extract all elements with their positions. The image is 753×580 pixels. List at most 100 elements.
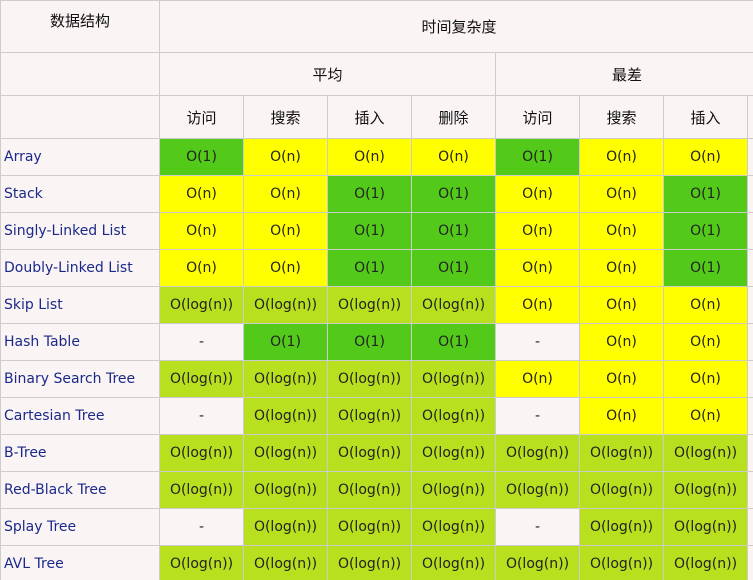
op-header-access: 访问 xyxy=(495,95,580,139)
complexity-cell: O(1) xyxy=(663,249,748,287)
complexity-cell: O(log(n)) xyxy=(663,434,748,472)
complexity-cell: O(n) xyxy=(663,323,748,361)
complexity-cell: O(n) xyxy=(579,212,664,250)
complexity-cell: O(log(n)) xyxy=(159,360,244,398)
complexity-cell: O(n) xyxy=(327,138,412,176)
op-header-insert: 插入 xyxy=(663,95,748,139)
complexity-cell: O(n) xyxy=(159,212,244,250)
complexity-cell: O(log(n)) xyxy=(327,471,412,509)
data-structure-link[interactable]: Hash Table xyxy=(0,323,160,361)
complexity-cell: O(log(n)) xyxy=(411,471,496,509)
worst-header: 最差 xyxy=(494,52,753,96)
complexity-cell: O(n) xyxy=(243,249,328,287)
table-row: AVL Tree O(log(n)) O(log(n)) O(log(n)) O(log… xyxy=(0,545,753,580)
complexity-cell: - xyxy=(495,323,580,361)
complexity-cell: O(log(n)) xyxy=(159,286,244,324)
complexity-cell: O(1) xyxy=(243,323,328,361)
complexity-cell: O(n) xyxy=(495,286,580,324)
complexity-cell: O(log(n)) xyxy=(243,286,328,324)
complexity-cell: O(log(n)) xyxy=(663,545,748,580)
data-structure-link[interactable]: Array xyxy=(0,138,160,176)
table-row: Singly-Linked List O(n) O(n) O(1) O(1) O(n) O(… xyxy=(0,212,753,250)
complexity-cell: O(n) xyxy=(579,360,664,398)
complexity-cell: O(n) xyxy=(579,286,664,324)
complexity-cell: O(1) xyxy=(495,138,580,176)
complexity-cell: O(n) xyxy=(579,397,664,435)
complexity-cell: O(n) xyxy=(159,249,244,287)
complexity-cell: O(log(n)) xyxy=(243,434,328,472)
op-header-delete: 删除 xyxy=(411,95,496,139)
table-row: Array O(1) O(n) O(n) O(n) O(1) O(n) O(n) xyxy=(0,138,753,176)
complexity-cell: O(n) xyxy=(663,360,748,398)
complexity-cell: O(1) xyxy=(159,138,244,176)
clipped-cell xyxy=(746,434,753,472)
complexity-cell: O(1) xyxy=(411,212,496,250)
complexity-cell: O(log(n)) xyxy=(159,434,244,472)
complexity-cell: O(log(n)) xyxy=(411,360,496,398)
table-row: Stack O(n) O(n) O(1) O(1) O(n) O(n) O(1) xyxy=(0,175,753,213)
complexity-cell: O(n) xyxy=(243,175,328,213)
complexity-cell: O(n) xyxy=(579,138,664,176)
complexity-cell: O(log(n)) xyxy=(327,545,412,580)
complexity-cell: O(n) xyxy=(411,138,496,176)
data-structure-link[interactable]: Cartesian Tree xyxy=(0,397,160,435)
complexity-cell: O(1) xyxy=(327,175,412,213)
complexity-cell: - xyxy=(495,397,580,435)
complexity-cell: O(n) xyxy=(495,360,580,398)
complexity-cell: O(log(n)) xyxy=(243,471,328,509)
complexity-cell: O(log(n)) xyxy=(579,471,664,509)
complexity-cell: O(log(n)) xyxy=(327,360,412,398)
complexity-cell: O(n) xyxy=(495,212,580,250)
data-structure-link[interactable]: Splay Tree xyxy=(0,508,160,546)
complexity-cell: O(1) xyxy=(327,249,412,287)
complexity-cell: - xyxy=(495,508,580,546)
table-row: Red-Black Tree O(log(n)) O(log(n)) O(log(n)… xyxy=(0,471,753,509)
data-structure-link[interactable]: Singly-Linked List xyxy=(0,212,160,250)
average-header: 平均 xyxy=(159,52,496,96)
table-row: Binary Search Tree O(log(n)) O(log(n)) O(lo… xyxy=(0,360,753,398)
complexity-cell: O(log(n)) xyxy=(411,545,496,580)
complexity-cell: O(log(n)) xyxy=(411,397,496,435)
data-structure-link[interactable]: B-Tree xyxy=(0,434,160,472)
data-structure-link[interactable]: Binary Search Tree xyxy=(0,360,160,398)
complexity-cell: O(log(n)) xyxy=(159,471,244,509)
clipped-cell xyxy=(746,508,753,546)
clipped-cell xyxy=(746,545,753,580)
clipped-cell xyxy=(746,360,753,398)
complexity-cell: O(n) xyxy=(495,175,580,213)
complexity-cell: O(log(n)) xyxy=(243,508,328,546)
data-structure-link[interactable]: Skip List xyxy=(0,286,160,324)
table-row: Doubly-Linked List O(n) O(n) O(1) O(1) O(n) O(… xyxy=(0,249,753,287)
table-row: Cartesian Tree - O(log(n)) O(log(n)) O(log(n… xyxy=(0,397,753,435)
table-row: B-Tree O(log(n)) O(log(n)) O(log(n)) O(log(n… xyxy=(0,434,753,472)
complexity-cell: O(log(n)) xyxy=(663,508,748,546)
complexity-cell: O(log(n)) xyxy=(495,545,580,580)
complexity-cell: O(1) xyxy=(663,212,748,250)
clipped-cell xyxy=(746,286,753,324)
op-header-search: 搜索 xyxy=(579,95,664,139)
complexity-cell: O(log(n)) xyxy=(327,434,412,472)
table-row: Skip List O(log(n)) O(log(n)) O(log(n)) O(lo… xyxy=(0,286,753,324)
complexity-cell: O(log(n)) xyxy=(327,286,412,324)
data-structure-link[interactable]: Doubly-Linked List xyxy=(0,249,160,287)
clipped-cell xyxy=(746,323,753,361)
data-structure-link[interactable]: Red-Black Tree xyxy=(0,471,160,509)
clipped-cell xyxy=(746,212,753,250)
header-blank-cell xyxy=(0,95,160,139)
complexity-cell: O(1) xyxy=(663,175,748,213)
complexity-cell: O(n) xyxy=(579,175,664,213)
complexity-cell: O(log(n)) xyxy=(411,508,496,546)
complexity-cell: O(log(n)) xyxy=(327,508,412,546)
complexity-cell: O(log(n)) xyxy=(243,397,328,435)
complexity-cell: O(1) xyxy=(411,175,496,213)
complexity-cell: O(1) xyxy=(411,323,496,361)
complexity-cell: - xyxy=(159,397,244,435)
clipped-cell xyxy=(746,249,753,287)
complexity-cell: O(log(n)) xyxy=(579,545,664,580)
table-row: Hash Table - O(1) O(1) O(1) - O(n) O(n) xyxy=(0,323,753,361)
complexity-cell: O(n) xyxy=(579,249,664,287)
data-structure-link[interactable]: Stack xyxy=(0,175,160,213)
complexity-cell: O(n) xyxy=(243,212,328,250)
data-structure-link[interactable]: AVL Tree xyxy=(0,545,160,580)
complexity-cell: O(log(n)) xyxy=(579,434,664,472)
